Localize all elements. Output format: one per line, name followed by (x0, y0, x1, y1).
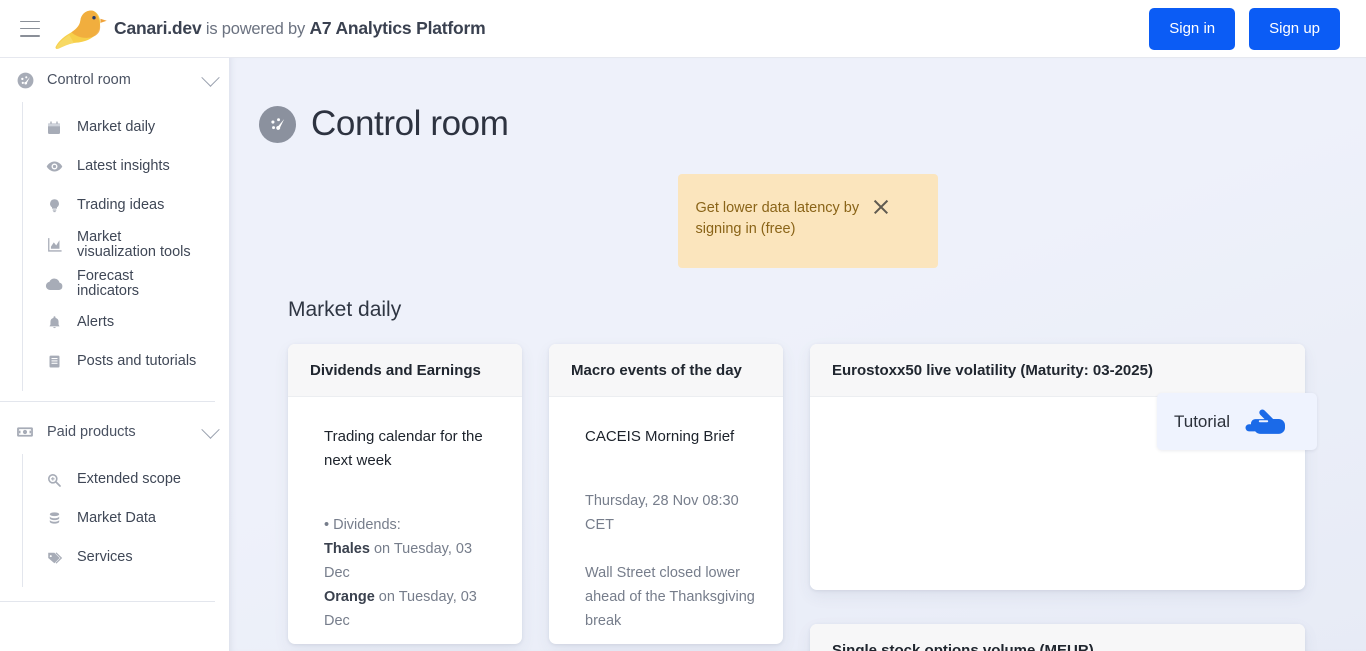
close-icon[interactable] (870, 196, 892, 218)
card-title: Macro events of the day (549, 344, 783, 397)
sidebar-items-paid-products: Extended scope Market Data Services (22, 454, 229, 587)
sidebar-item-latest-insights[interactable]: Latest insights (23, 147, 229, 186)
calendar-icon (45, 119, 63, 137)
main-content: Control room Get lower data latency by s… (229, 58, 1366, 651)
page-header: Control room (259, 104, 1366, 144)
gauge-icon (259, 105, 296, 143)
sidebar-group-header-control-room[interactable]: Control room (0, 58, 229, 102)
brand[interactable]: Canari.dev is powered by A7 Analytics Pl… (54, 7, 486, 51)
magnifier-icon (45, 471, 63, 489)
cards-row: Dividends and Earnings Trading calendar … (288, 344, 1366, 651)
sidebar-items-control-room: Market daily Latest insights Trading ide… (22, 102, 229, 391)
database-icon (45, 510, 63, 528)
company-name: Orange (324, 589, 375, 605)
chevron-down-icon[interactable] (201, 67, 220, 87)
sidebar-item-trading-ideas[interactable]: Trading ideas (23, 186, 229, 225)
macro-event-date: Thursday, 28 Nov 08:30 CET (585, 493, 739, 533)
tutorial-label: Tutorial (1174, 411, 1231, 431)
card-body-title: Trading calendar for the next week (324, 428, 483, 469)
brand-name: Canari.dev (114, 18, 202, 38)
sidebar-group-label: Control room (47, 72, 131, 88)
page-title: Control room (311, 104, 509, 143)
sign-in-button[interactable]: Sign in (1149, 7, 1236, 50)
sidebar-group-control-room: Control room Market daily Latest insight… (0, 58, 229, 391)
card-single-stock-options-volume[interactable]: Single stock options volume (MEUR) (810, 624, 1305, 651)
book-icon (45, 353, 63, 371)
latency-notice-banner: Get lower data latency by signing in (fr… (677, 174, 938, 268)
sidebar-group-header-paid-products[interactable]: Paid products (0, 410, 229, 454)
card-dividends-and-earnings[interactable]: Dividends and Earnings Trading calendar … (288, 344, 522, 644)
sidebar-divider-bottom (0, 601, 215, 602)
sidebar-item-label: Market Data (77, 510, 156, 526)
sidebar-group-label: Paid products (47, 424, 136, 440)
sidebar-item-market-daily[interactable]: Market daily (23, 108, 229, 147)
sidebar-item-posts-and-tutorials[interactable]: Posts and tutorials (23, 342, 229, 381)
sidebar-divider (0, 401, 215, 402)
card-body: Trading calendar for the next week • Div… (288, 397, 522, 643)
tutorial-widget[interactable]: Tutorial (1157, 393, 1317, 450)
company-name: Thales (324, 541, 370, 557)
card-title: Dividends and Earnings (288, 344, 522, 397)
gauge-icon (14, 69, 36, 91)
notice-wrapper: Get lower data latency by signing in (fr… (229, 174, 1366, 268)
card-title: Eurostoxx50 live volatility (Maturity: 0… (810, 344, 1305, 397)
sidebar-item-extended-scope[interactable]: Extended scope (23, 460, 229, 499)
right-column: Eurostoxx50 live volatility (Maturity: 0… (810, 344, 1305, 651)
sidebar-item-label: Extended scope (77, 471, 181, 487)
card-body-title: CACEIS Morning Brief (585, 428, 735, 445)
card-eurostoxx50-volatility[interactable]: Eurostoxx50 live volatility (Maturity: 0… (810, 344, 1305, 590)
sidebar-group-paid-products: Paid products Extended scope Market Data (0, 410, 229, 587)
sidebar-item-market-visualization-tools[interactable]: Market visualization tools (23, 225, 229, 264)
sidebar-item-alerts[interactable]: Alerts (23, 303, 229, 342)
eye-icon (45, 158, 63, 176)
sidebar: Control room Market daily Latest insight… (0, 58, 229, 651)
canary-bird-logo (55, 9, 107, 49)
sidebar-item-label: Market daily (77, 119, 156, 135)
bell-icon (45, 314, 63, 332)
sidebar-item-market-data[interactable]: Market Data (23, 499, 229, 538)
sidebar-item-label: Forecast indicators (77, 267, 140, 299)
sidebar-item-label: Posts and tutorials (77, 353, 197, 369)
sidebar-item-label: Services (77, 549, 133, 565)
section-title: Market daily (288, 298, 402, 321)
topbar-actions: Sign in Sign up (1149, 7, 1340, 50)
dividend-entry-1: Thales on Tuesday, 03 Dec (324, 537, 496, 585)
sidebar-item-services[interactable]: Services (23, 538, 229, 577)
sidebar-item-label: Latest insights (77, 158, 170, 174)
macro-event-paragraph: Wall Street closed lower ahead of the Th… (585, 565, 755, 629)
card-body-text: • Dividends: Thales on Tuesday, 03 Dec O… (324, 513, 496, 633)
sidebar-item-forecast-indicators[interactable]: Forecast indicators (23, 264, 229, 303)
sidebar-item-label: Alerts (77, 314, 115, 330)
top-bar: Canari.dev is powered by A7 Analytics Pl… (0, 0, 1366, 58)
banknote-icon (14, 421, 36, 443)
card-title: Single stock options volume (MEUR) (810, 624, 1305, 651)
dividend-entry-2: Orange on Tuesday, 03 Dec (324, 585, 496, 633)
brand-connector: is powered by (201, 20, 310, 38)
sidebar-item-label: Trading ideas (77, 197, 165, 213)
sidebar-item-label: Market visualization tools (77, 228, 191, 260)
sign-up-button[interactable]: Sign up (1249, 7, 1340, 50)
cloud-icon (45, 275, 63, 293)
lightbulb-icon (45, 197, 63, 215)
tag-icon (45, 549, 63, 567)
card-body: CACEIS Morning Brief Thursday, 28 Nov 08… (549, 397, 783, 643)
card-macro-events[interactable]: Macro events of the day CACEIS Morning B… (549, 344, 783, 644)
hand-pointer-icon (1243, 405, 1287, 439)
hamburger-icon[interactable] (20, 20, 40, 37)
chevron-down-icon[interactable] (201, 419, 220, 439)
notice-text: Get lower data latency by signing in (fr… (695, 200, 860, 237)
dividends-bullet: • Dividends: (324, 517, 401, 533)
brand-text: Canari.dev is powered by A7 Analytics Pl… (114, 18, 486, 39)
bar-chart-icon (45, 236, 63, 254)
brand-platform: A7 Analytics Platform (309, 18, 486, 38)
